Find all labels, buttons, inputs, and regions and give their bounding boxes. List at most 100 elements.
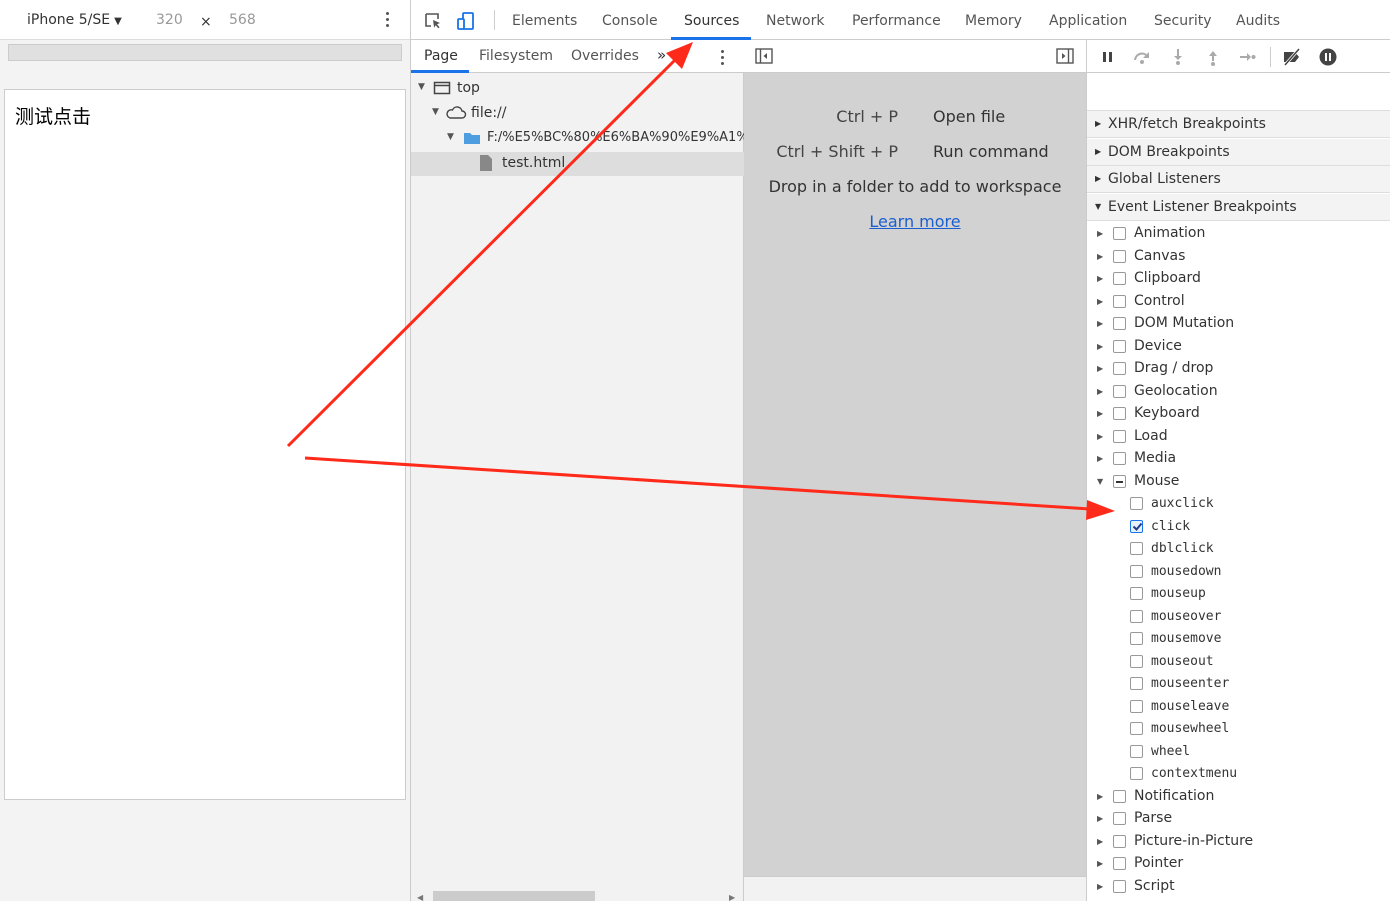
step-icon[interactable]	[1237, 47, 1257, 67]
category-checkbox[interactable]	[1113, 407, 1126, 420]
toggle-debugger-icon[interactable]	[1056, 48, 1074, 64]
step-into-icon[interactable]	[1168, 47, 1188, 67]
category-media[interactable]: ▶ Media	[1087, 449, 1377, 471]
category-checkbox[interactable]	[1113, 452, 1126, 465]
more-options-icon[interactable]	[384, 12, 390, 27]
media-query-bar[interactable]	[8, 44, 402, 61]
event-checkbox[interactable]	[1130, 745, 1143, 758]
section-global-listeners[interactable]: ▶ Global Listeners	[1087, 166, 1390, 193]
tree-item-folder[interactable]: ▼ F:/%E5%BC%80%E6%BA%90%E9%A1%B9	[411, 127, 744, 151]
category-animation[interactable]: ▶ Animation	[1087, 224, 1377, 246]
deactivate-breakpoints-icon[interactable]	[1282, 47, 1302, 67]
category-checkbox[interactable]	[1113, 385, 1126, 398]
event-wheel[interactable]: wheel	[1087, 742, 1287, 764]
event-checkbox[interactable]	[1130, 632, 1143, 645]
event-click[interactable]: click	[1087, 517, 1287, 539]
tab-elements[interactable]: Elements	[512, 13, 577, 29]
category-notification[interactable]: ▶ Notification	[1087, 787, 1377, 809]
event-auxclick[interactable]: auxclick	[1087, 494, 1287, 516]
tab-network[interactable]: Network	[766, 13, 824, 29]
category-control[interactable]: ▶ Control	[1087, 292, 1377, 314]
category-dom-mutation[interactable]: ▶ DOM Mutation	[1087, 314, 1377, 336]
learn-more-link[interactable]: Learn more	[744, 212, 1086, 231]
category-mouse[interactable]: ▼ Mouse	[1087, 472, 1377, 494]
category-clipboard[interactable]: ▶ Clipboard	[1087, 269, 1377, 291]
event-mousewheel[interactable]: mousewheel	[1087, 719, 1287, 741]
category-geolocation[interactable]: ▶ Geolocation	[1087, 382, 1377, 404]
tab-performance[interactable]: Performance	[852, 13, 941, 29]
category-picture-in-picture[interactable]: ▶ Picture-in-Picture	[1087, 832, 1377, 854]
event-mouseenter[interactable]: mouseenter	[1087, 674, 1287, 696]
category-checkbox[interactable]	[1113, 857, 1126, 870]
step-over-icon[interactable]	[1132, 47, 1152, 67]
tab-page[interactable]: Page	[424, 48, 458, 64]
event-checkbox-checked[interactable]	[1130, 520, 1143, 533]
toggle-navigator-icon[interactable]	[755, 48, 773, 64]
horizontal-scrollbar[interactable]	[433, 891, 595, 901]
category-pointer[interactable]: ▶ Pointer	[1087, 854, 1377, 876]
tree-item-top[interactable]: ▼ top	[411, 77, 744, 101]
event-mousedown[interactable]: mousedown	[1087, 562, 1287, 584]
pause-icon[interactable]	[1098, 47, 1118, 67]
device-height-input[interactable]: 568	[229, 12, 256, 28]
tree-item-origin[interactable]: ▼ file://	[411, 102, 744, 126]
category-parse[interactable]: ▶ Parse	[1087, 809, 1377, 831]
tab-application[interactable]: Application	[1049, 13, 1127, 29]
navigator-menu-icon[interactable]	[721, 50, 724, 65]
section-xhr-breakpoints[interactable]: ▶ XHR/fetch Breakpoints	[1087, 111, 1390, 138]
scroll-left-icon[interactable]: ◀	[417, 893, 423, 901]
scroll-right-icon[interactable]: ▶	[729, 893, 735, 901]
category-checkbox-mixed[interactable]	[1113, 475, 1126, 488]
category-checkbox[interactable]	[1113, 272, 1126, 285]
tab-filesystem[interactable]: Filesystem	[479, 48, 553, 64]
category-checkbox[interactable]	[1113, 317, 1126, 330]
event-checkbox[interactable]	[1130, 565, 1143, 578]
category-checkbox[interactable]	[1113, 250, 1126, 263]
event-mousemove[interactable]: mousemove	[1087, 629, 1287, 651]
event-checkbox[interactable]	[1130, 767, 1143, 780]
tab-security[interactable]: Security	[1154, 13, 1212, 29]
category-checkbox[interactable]	[1113, 790, 1126, 803]
event-dblclick[interactable]: dblclick	[1087, 539, 1287, 561]
category-checkbox[interactable]	[1113, 295, 1126, 308]
device-toolbar-icon[interactable]	[456, 11, 476, 31]
section-dom-breakpoints[interactable]: ▶ DOM Breakpoints	[1087, 139, 1390, 166]
tree-item-file[interactable]: test.html	[411, 152, 744, 176]
tab-sources[interactable]: Sources	[684, 13, 739, 29]
section-event-listener-breakpoints[interactable]: ▼ Event Listener Breakpoints	[1087, 194, 1390, 221]
tab-console[interactable]: Console	[602, 13, 658, 29]
category-canvas[interactable]: ▶ Canvas	[1087, 247, 1377, 269]
tab-overrides[interactable]: Overrides	[571, 48, 639, 64]
category-checkbox[interactable]	[1113, 430, 1126, 443]
device-selector[interactable]: iPhone 5/SE ▼	[27, 12, 122, 28]
event-checkbox[interactable]	[1130, 542, 1143, 555]
category-checkbox[interactable]	[1113, 227, 1126, 240]
event-mouseover[interactable]: mouseover	[1087, 607, 1287, 629]
category-checkbox[interactable]	[1113, 812, 1126, 825]
event-mouseout[interactable]: mouseout	[1087, 652, 1287, 674]
test-click-text[interactable]: 测试点击	[15, 102, 91, 129]
device-width-input[interactable]: 320	[156, 12, 183, 28]
tab-audits[interactable]: Audits	[1236, 13, 1280, 29]
event-checkbox[interactable]	[1130, 700, 1143, 713]
inspect-element-icon[interactable]	[423, 11, 443, 31]
event-contextmenu[interactable]: contextmenu	[1087, 764, 1287, 786]
event-checkbox[interactable]	[1130, 722, 1143, 735]
pause-on-exceptions-icon[interactable]	[1318, 47, 1338, 67]
event-checkbox[interactable]	[1130, 497, 1143, 510]
event-mouseup[interactable]: mouseup	[1087, 584, 1287, 606]
event-mouseleave[interactable]: mouseleave	[1087, 697, 1287, 719]
category-checkbox[interactable]	[1113, 835, 1126, 848]
category-load[interactable]: ▶ Load	[1087, 427, 1377, 449]
category-checkbox[interactable]	[1113, 880, 1126, 893]
category-checkbox[interactable]	[1113, 362, 1126, 375]
event-checkbox[interactable]	[1130, 610, 1143, 623]
more-tabs-icon[interactable]: »	[657, 46, 666, 64]
event-checkbox[interactable]	[1130, 677, 1143, 690]
category-keyboard[interactable]: ▶ Keyboard	[1087, 404, 1377, 426]
category-drag-drop[interactable]: ▶ Drag / drop	[1087, 359, 1377, 381]
step-out-icon[interactable]	[1203, 47, 1223, 67]
tab-memory[interactable]: Memory	[965, 13, 1022, 29]
event-checkbox[interactable]	[1130, 587, 1143, 600]
category-script[interactable]: ▶ Script	[1087, 877, 1377, 899]
